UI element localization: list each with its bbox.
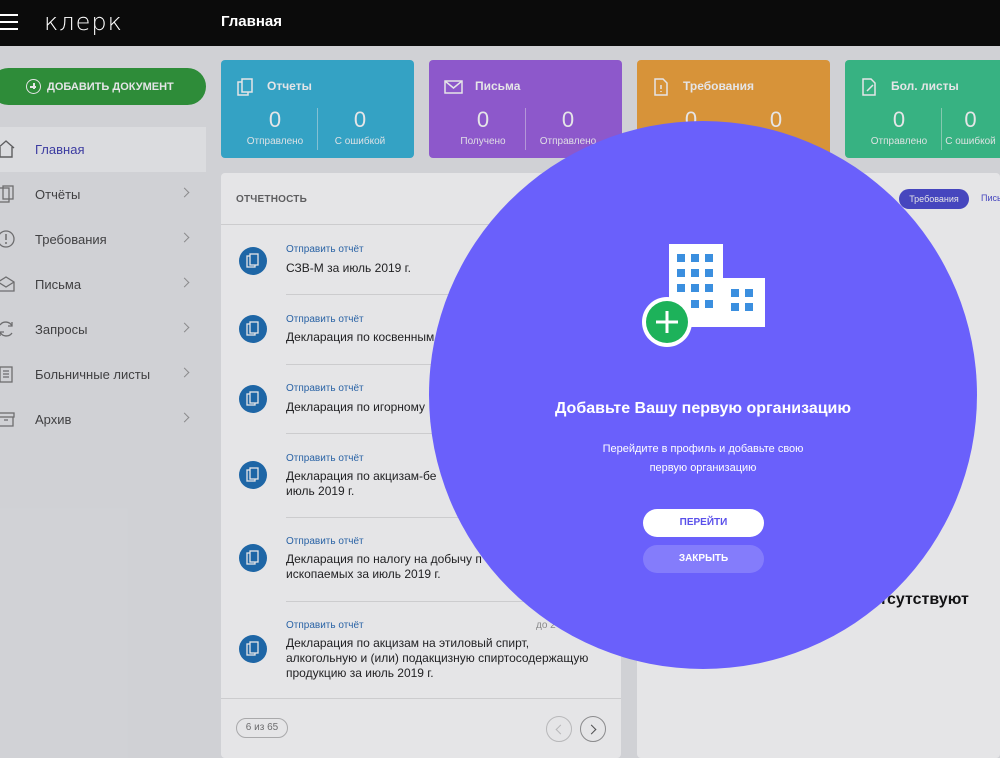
hamburger-menu-icon[interactable] — [0, 14, 18, 30]
onboarding-spotlight: Добавьте Вашу первую организацию Перейди… — [429, 121, 977, 669]
onboarding-description: Перейдите в профиль и добавьте свою перв… — [429, 440, 977, 478]
app-logo[interactable]: клерк — [44, 8, 123, 36]
onboarding-description-line: первую организацию — [649, 462, 757, 474]
onboarding-title: Добавьте Вашу первую организацию — [554, 400, 852, 417]
top-bar: клерк Главная — [0, 0, 1000, 46]
onboarding-description-line: Перейдите в профиль и добавьте свою — [602, 443, 804, 455]
go-to-profile-button[interactable]: ПЕРЕЙТИ — [643, 509, 764, 537]
close-onboarding-button[interactable]: ЗАКРЫТЬ — [643, 545, 764, 573]
buildings-add-icon — [642, 244, 765, 347]
page-title: Главная — [221, 13, 283, 30]
